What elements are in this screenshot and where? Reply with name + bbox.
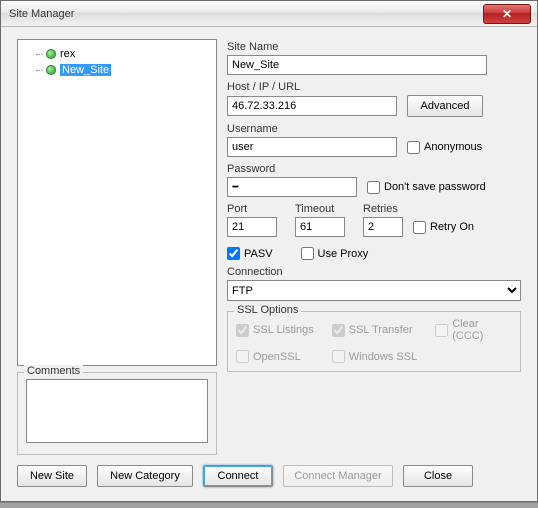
- ssl-listings-checkbox: SSL Listings: [236, 318, 314, 342]
- site-name-block: Site Name: [227, 41, 521, 75]
- site-name-label: Site Name: [227, 41, 521, 53]
- client-area: rex New_Site Comments Site Name: [1, 27, 537, 501]
- site-icon: [46, 65, 56, 75]
- openssl-label: OpenSSL: [253, 351, 301, 363]
- tree-item-rex[interactable]: rex: [22, 46, 212, 62]
- ssl-transfer-label: SSL Transfer: [349, 324, 413, 336]
- ssl-listings-label: SSL Listings: [253, 324, 314, 336]
- pasv-checkbox[interactable]: PASV: [227, 247, 273, 260]
- tree-item-new-site[interactable]: New_Site: [22, 62, 212, 78]
- anonymous-checkbox[interactable]: Anonymous: [407, 141, 482, 154]
- pasv-label: PASV: [244, 248, 273, 260]
- site-icon: [46, 49, 56, 59]
- site-tree[interactable]: rex New_Site: [17, 39, 217, 366]
- close-icon: ✕: [502, 7, 512, 21]
- retries-input[interactable]: [363, 217, 403, 237]
- tree-item-label: New_Site: [60, 64, 111, 76]
- dont-save-password-label: Don't save password: [384, 181, 486, 193]
- username-input[interactable]: [227, 137, 397, 157]
- new-category-button[interactable]: New Category: [97, 465, 193, 487]
- password-block: Password Don't save password: [227, 163, 521, 197]
- pasv-proxy-row: PASV Use Proxy: [227, 247, 521, 260]
- password-label: Password: [227, 163, 521, 175]
- port-timeout-retries-row: Port Timeout Retries Retry On: [227, 203, 521, 237]
- ssl-transfer-checkbox: SSL Transfer: [332, 318, 417, 342]
- port-input[interactable]: [227, 217, 277, 237]
- retry-on-label: Retry On: [430, 221, 474, 233]
- tree-connector-icon: [36, 70, 42, 71]
- port-label: Port: [227, 203, 277, 215]
- windows-ssl-label: Windows SSL: [349, 351, 417, 363]
- right-column: Site Name Host / IP / URL Advanced Usern…: [227, 39, 521, 455]
- window-close-button[interactable]: ✕: [483, 4, 531, 24]
- tree-item-label: rex: [60, 48, 75, 60]
- host-label: Host / IP / URL: [227, 81, 521, 93]
- retries-label: Retries: [363, 203, 474, 215]
- tree-connector-icon: [36, 54, 42, 55]
- ssl-options-legend: SSL Options: [234, 304, 301, 316]
- comments-textarea[interactable]: [26, 379, 208, 443]
- retry-on-checkbox[interactable]: Retry On: [413, 221, 474, 234]
- username-label: Username: [227, 123, 521, 135]
- password-input[interactable]: [227, 177, 357, 197]
- comments-group: Comments: [17, 372, 217, 455]
- openssl-checkbox: OpenSSL: [236, 350, 314, 363]
- dont-save-password-checkbox[interactable]: Don't save password: [367, 181, 486, 194]
- ssl-options-group: SSL Options SSL Listings SSL Transfer: [227, 311, 521, 372]
- connection-label: Connection: [227, 266, 521, 278]
- timeout-label: Timeout: [295, 203, 345, 215]
- connect-manager-button: Connect Manager: [283, 465, 393, 487]
- use-proxy-label: Use Proxy: [318, 248, 369, 260]
- new-site-button[interactable]: New Site: [17, 465, 87, 487]
- titlebar: Site Manager ✕: [1, 1, 537, 27]
- connection-select[interactable]: FTP: [227, 280, 521, 301]
- top-area: rex New_Site Comments Site Name: [17, 39, 521, 455]
- window-title: Site Manager: [9, 8, 483, 20]
- connect-button[interactable]: Connect: [203, 465, 273, 487]
- site-name-input[interactable]: [227, 55, 487, 75]
- ssl-clear-checkbox: Clear (CCC): [435, 318, 512, 342]
- ssl-clear-label: Clear (CCC): [452, 318, 512, 342]
- connection-block: Connection FTP: [227, 266, 521, 301]
- advanced-button[interactable]: Advanced: [407, 95, 483, 117]
- site-manager-window: Site Manager ✕ rex New_Site: [0, 0, 538, 502]
- button-bar: New Site New Category Connect Connect Ma…: [17, 463, 521, 487]
- comments-legend: Comments: [24, 365, 83, 377]
- host-block: Host / IP / URL Advanced: [227, 81, 521, 117]
- anonymous-label: Anonymous: [424, 141, 482, 153]
- windows-ssl-checkbox: Windows SSL: [332, 350, 417, 363]
- host-input[interactable]: [227, 96, 397, 116]
- username-block: Username Anonymous: [227, 123, 521, 157]
- timeout-input[interactable]: [295, 217, 345, 237]
- use-proxy-checkbox[interactable]: Use Proxy: [301, 247, 369, 260]
- left-column: rex New_Site Comments: [17, 39, 217, 455]
- close-button[interactable]: Close: [403, 465, 473, 487]
